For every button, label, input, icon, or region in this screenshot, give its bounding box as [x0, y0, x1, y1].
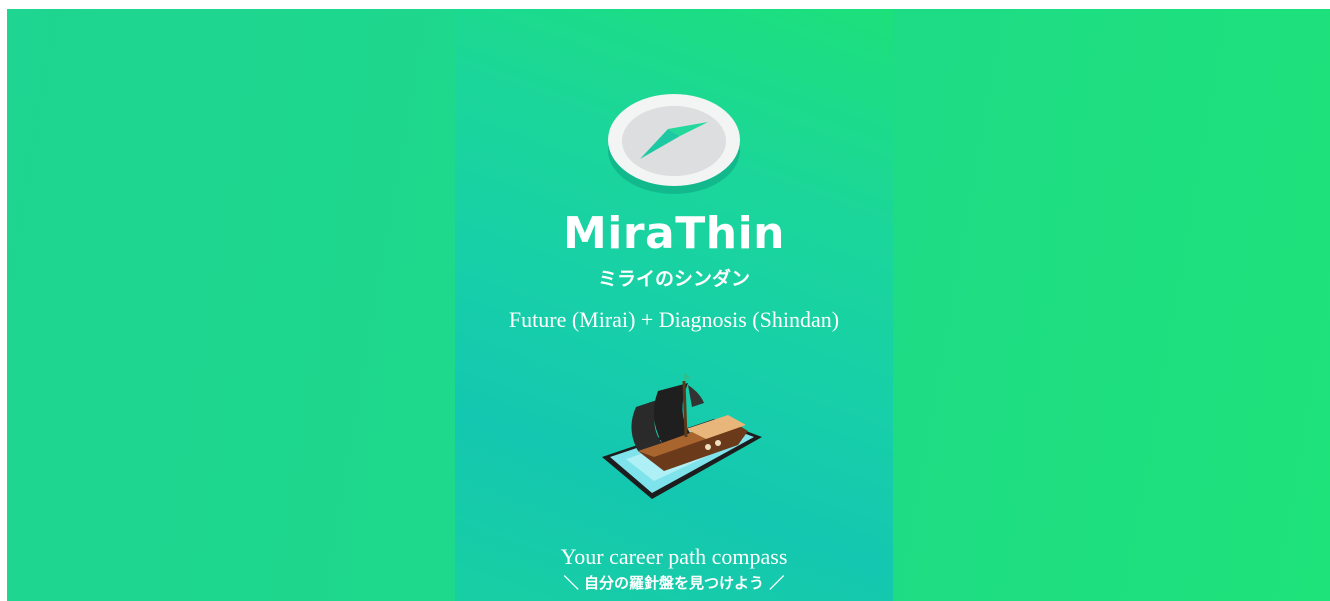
brand-wordmark: MiraThin — [562, 208, 785, 259]
splash-background: MiraThin ミライのシンダン Future (Mirai) + Diagn… — [7, 9, 1330, 601]
compass-icon — [608, 94, 740, 194]
splash-panel: MiraThin ミライのシンダン Future (Mirai) + Diagn… — [455, 9, 893, 601]
ship-on-tablet-illustration — [602, 373, 762, 499]
japanese-caption: ＼ 自分の羅針盤を見つけよう ／ — [563, 574, 785, 592]
tagline: Future (Mirai) + Diagnosis (Shindan) — [508, 307, 840, 332]
brand-reading: ミライのシンダン — [597, 268, 750, 290]
career-caption: Your career path compass — [560, 544, 788, 569]
